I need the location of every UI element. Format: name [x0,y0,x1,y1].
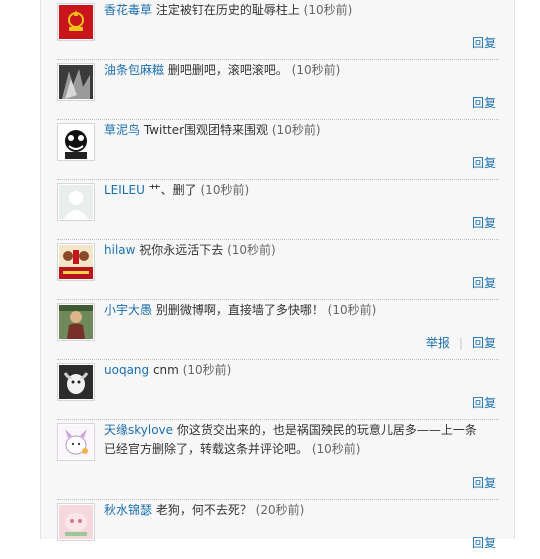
comment-actions: 回复 [472,214,496,231]
action-separator: | [458,336,463,350]
reply-link[interactable]: 回复 [472,476,496,490]
comment-timestamp: (10秒前) [227,243,276,257]
comment-item: 油条包麻糍 删吧删吧，滚吧滚吧。 (10秒前) 回复 [57,60,499,120]
comment-message: 别删微博啊，直接墙了多快哪！ [152,303,328,317]
comment-timestamp: (10秒前) [200,183,250,197]
comment-timestamp: (10秒前) [182,363,232,377]
comment-actions: 回复 [472,154,496,171]
avatar-poster-image [59,245,93,279]
reply-link[interactable]: 回复 [472,396,496,410]
comment-list: 香花毒草 注定被钉在历史的耻辱柱上 (10秒前) 回复 油条包麻糍 删吧删吧，滚… [57,0,499,559]
comment-actions: 回复 [472,474,496,491]
comment-item: hilaw 祝你永远活下去 (10秒前) 回复 [57,240,499,300]
comment-panel: 香花毒草 注定被钉在历史的耻辱柱上 (10秒前) 回复 油条包麻糍 删吧删吧，滚… [40,0,515,550]
comment-actions: 回复 [472,274,496,291]
avatar-pink-image [59,505,93,539]
reply-link[interactable]: 回复 [472,536,496,550]
comment-message: Twitter围观团特来围观 [140,123,272,137]
comment-item: uoqang cnm (10秒前) 回复 [57,360,499,420]
comment-text: uoqang cnm (10秒前) [104,361,488,380]
comment-username[interactable]: 天缘skylove [104,423,173,437]
avatar[interactable] [57,503,95,541]
avatar-animal-image [59,365,93,399]
comment-actions: 回复 [472,534,496,551]
comment-username[interactable]: 小宇大愚 [104,303,152,317]
avatar-flag-image [59,5,93,39]
avatar[interactable] [57,183,95,221]
comment-text: 油条包麻糍 删吧删吧，滚吧滚吧。 (10秒前) [104,61,488,80]
avatar-bw-face-image [59,125,93,159]
comment-text: hilaw 祝你永远活下去 (10秒前) [104,241,488,260]
comment-timestamp: (10秒前) [291,63,341,77]
comment-timestamp: (20秒前) [255,503,305,517]
comment-text: 草泥鸟 Twitter围观团特来围观 (10秒前) [104,121,488,140]
comment-message: 删吧删吧，滚吧滚吧。 [164,63,292,77]
comment-username[interactable]: hilaw [104,243,135,257]
comment-message: 老狗，何不去死？ [152,503,256,517]
comment-item: 草泥鸟 Twitter围观团特来围观 (10秒前) 回复 [57,120,499,180]
reply-link[interactable]: 回复 [472,276,496,290]
avatar[interactable] [57,63,95,101]
comment-message: cnm [149,363,183,377]
reply-link[interactable]: 回复 [472,156,496,170]
avatar[interactable] [57,303,95,341]
comment-item: 天缘skylove 你这货交出来的，也是祸国殃民的玩意儿居多——上一条已经官方删… [57,420,499,500]
comment-text: 天缘skylove 你这货交出来的，也是祸国殃民的玩意儿居多——上一条已经官方删… [104,421,488,459]
comment-timestamp: (10秒前) [327,303,377,317]
comment-username[interactable]: LEILEU [104,183,145,197]
comment-text: LEILEU ⺾、删了 (10秒前) [104,181,488,200]
avatar[interactable] [57,363,95,401]
reply-link[interactable]: 回复 [472,336,496,350]
avatar-person-image [59,305,93,339]
comment-item: 小宇大愚 别删微博啊，直接墙了多快哪！ (10秒前) 举报 | 回复 [57,300,499,360]
comment-username[interactable]: 香花毒草 [104,3,152,17]
avatar[interactable] [57,423,95,461]
avatar[interactable] [57,123,95,161]
comment-actions: 回复 [472,34,496,51]
comment-timestamp: (10秒前) [303,3,353,17]
comment-item: 秋水锦瑟 老狗，何不去死？ (20秒前) 回复 [57,500,499,559]
comment-timestamp: (10秒前) [271,123,321,137]
comment-text: 秋水锦瑟 老狗，何不去死？ (20秒前) [104,501,488,520]
comment-username[interactable]: 秋水锦瑟 [104,503,152,517]
avatar[interactable] [57,243,95,281]
comment-item: 香花毒草 注定被钉在历史的耻辱柱上 (10秒前) 回复 [57,0,499,60]
comment-message: 注定被钉在历史的耻辱柱上 [152,3,304,17]
comment-message: ⺾、删了 [144,183,201,197]
comment-username[interactable]: 草泥鸟 [104,123,140,137]
reply-link[interactable]: 回复 [472,96,496,110]
reply-link[interactable]: 回复 [472,36,496,50]
comment-actions: 回复 [472,94,496,111]
report-link[interactable]: 举报 [426,336,450,350]
comment-message: 祝你永远活下去 [135,243,228,257]
comment-username[interactable]: 油条包麻糍 [104,63,164,77]
comment-text: 香花毒草 注定被钉在历史的耻辱柱上 (10秒前) [104,1,488,20]
comment-actions: 举报 | 回复 [426,334,496,351]
avatar-photo-image [59,65,93,99]
reply-link[interactable]: 回复 [472,216,496,230]
comment-text: 小宇大愚 别删微博啊，直接墙了多快哪！ (10秒前) [104,301,488,320]
comment-actions: 回复 [472,394,496,411]
comment-item: LEILEU ⺾、删了 (10秒前) 回复 [57,180,499,240]
avatar[interactable] [57,3,95,41]
comment-timestamp: (10秒前) [311,442,361,456]
avatar-cartoon-image [59,425,93,459]
comment-username[interactable]: uoqang [104,363,149,377]
avatar-default-image [59,185,93,219]
